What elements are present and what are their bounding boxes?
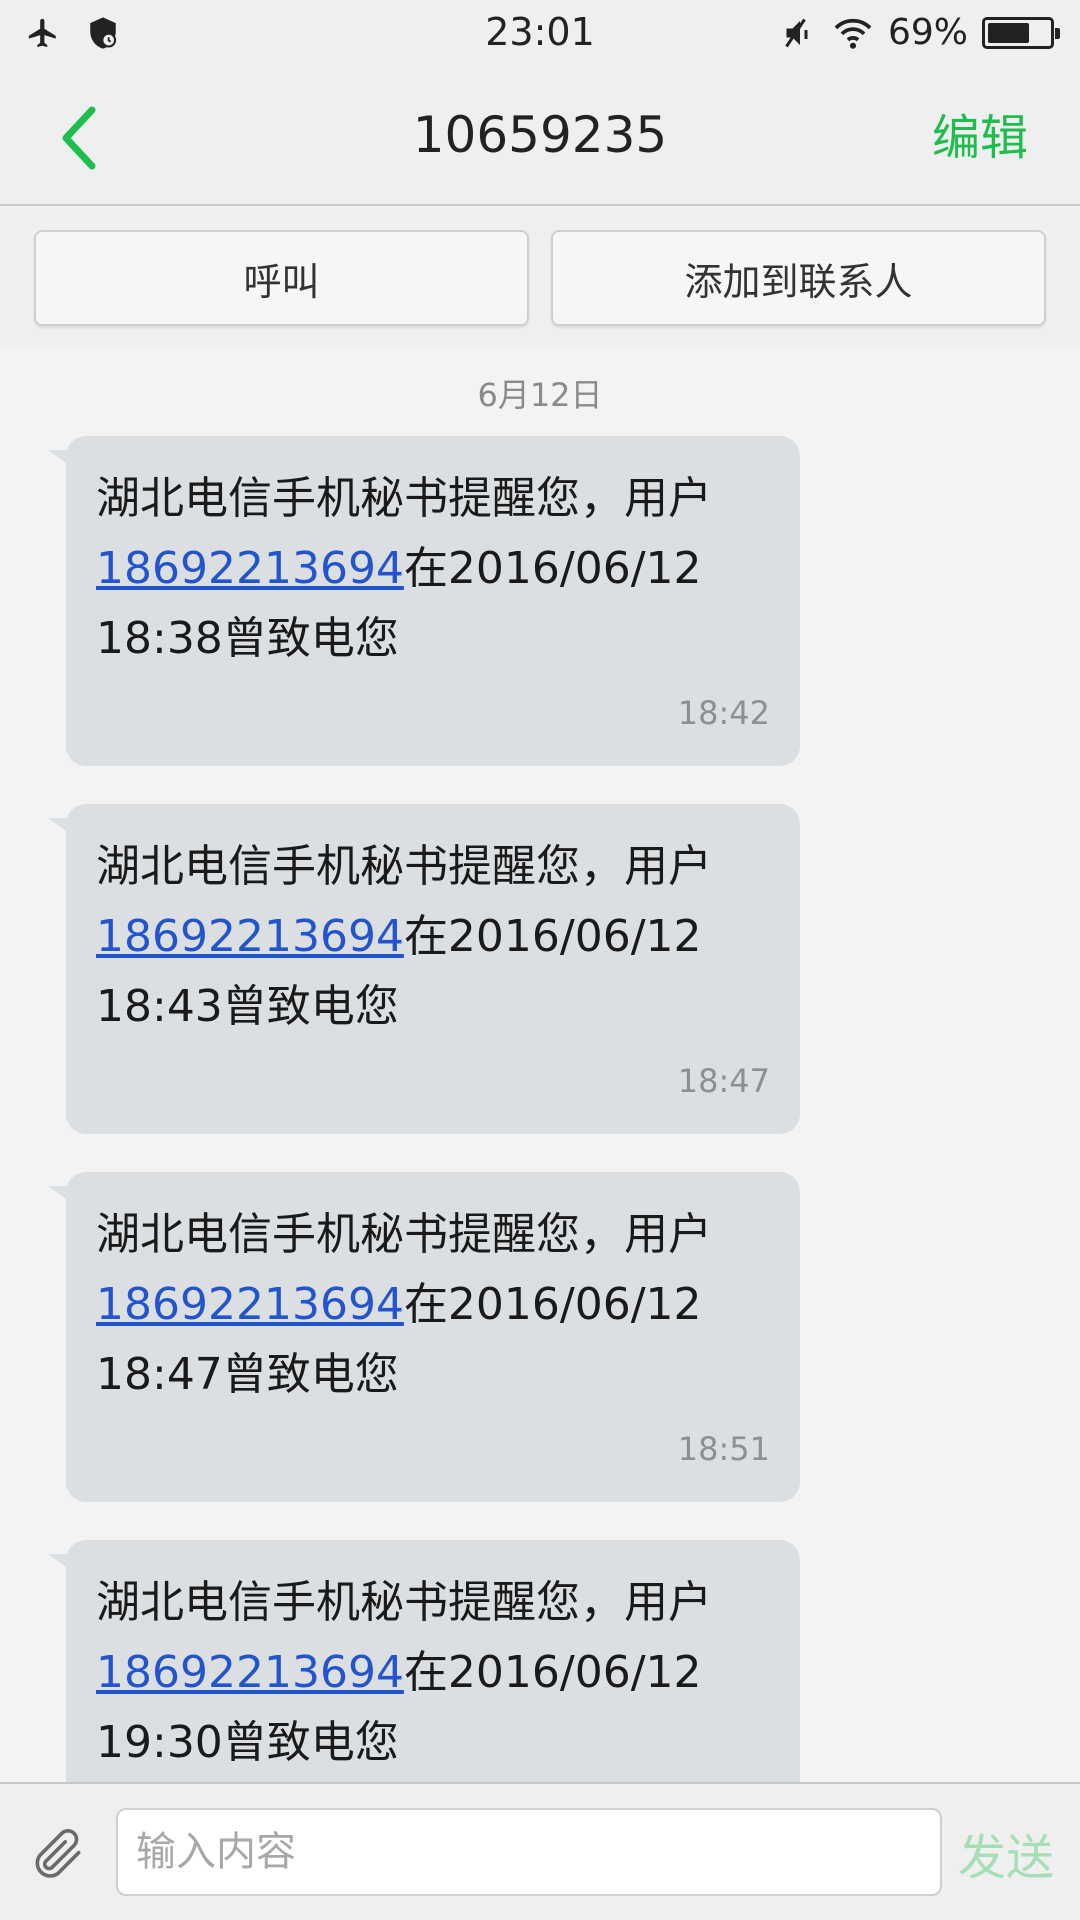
- message-timestamp: 18:47: [677, 1062, 770, 1100]
- edit-button[interactable]: 编辑: [932, 98, 1028, 168]
- mute-icon: [785, 18, 808, 47]
- message-list[interactable]: 6月12日 湖北电信手机秘书提醒您，用户 18692213694在2016/06…: [0, 348, 1080, 1782]
- phone-number-link[interactable]: 18692213694: [96, 911, 404, 962]
- back-button[interactable]: [40, 98, 120, 178]
- message-input[interactable]: [116, 1808, 942, 1896]
- message-line: 18:43曾致电您: [96, 981, 399, 1032]
- compose-bar: 发送: [0, 1782, 1080, 1920]
- status-bar: 23:01 69%: [0, 0, 1080, 68]
- message-bubble[interactable]: 湖北电信手机秘书提醒您，用户 18692213694在2016/06/12 19…: [48, 1540, 800, 1782]
- message-bubble[interactable]: 湖北电信手机秘书提醒您，用户 18692213694在2016/06/12 18…: [48, 436, 800, 766]
- battery-icon: [982, 16, 1060, 49]
- message-text: 湖北电信手机秘书提醒您，用户 18692213694在2016/06/12 18…: [96, 832, 770, 1042]
- status-right-icons: 69%: [782, 12, 1060, 53]
- wifi-icon: [834, 18, 872, 49]
- message-line: 18:47曾致电您: [96, 1349, 399, 1400]
- message-prefix: 湖北电信手机秘书提醒您，用户: [96, 473, 712, 524]
- message-line: 19:30曾致电您: [96, 1717, 399, 1768]
- message-prefix: 湖北电信手机秘书提醒您，用户: [96, 1209, 712, 1260]
- phone-number-link[interactable]: 18692213694: [96, 543, 404, 594]
- message-bubble[interactable]: 湖北电信手机秘书提醒您，用户 18692213694在2016/06/12 18…: [48, 804, 800, 1134]
- call-button[interactable]: 呼叫: [34, 230, 529, 326]
- message-line: 18:38曾致电您: [96, 613, 399, 664]
- message-suffix: 在2016/06/12: [403, 911, 702, 962]
- message-text: 湖北电信手机秘书提醒您，用户 18692213694在2016/06/12 19…: [96, 1568, 770, 1778]
- battery-percent: 69%: [887, 12, 968, 53]
- message-bubble[interactable]: 湖北电信手机秘书提醒您，用户 18692213694在2016/06/12 18…: [48, 1172, 800, 1502]
- message-timestamp: 18:42: [677, 694, 770, 732]
- phone-number-link[interactable]: 18692213694: [96, 1279, 404, 1330]
- date-divider: 6月12日: [477, 376, 603, 414]
- message-text: 湖北电信手机秘书提醒您，用户 18692213694在2016/06/12 18…: [96, 1200, 770, 1410]
- message-suffix: 在2016/06/12: [403, 1279, 702, 1330]
- phone-number-link[interactable]: 18692213694: [96, 1647, 404, 1698]
- attach-button[interactable]: [18, 1814, 98, 1894]
- chevron-left-icon: [62, 106, 96, 170]
- message-prefix: 湖北电信手机秘书提醒您，用户: [96, 1577, 712, 1628]
- message-timestamp: 18:51: [677, 1430, 770, 1468]
- message-prefix: 湖北电信手机秘书提醒您，用户: [96, 841, 712, 892]
- send-button[interactable]: 发送: [958, 1818, 1054, 1888]
- message-text: 湖北电信手机秘书提醒您，用户 18692213694在2016/06/12 18…: [96, 464, 770, 674]
- paperclip-icon: [35, 1829, 81, 1878]
- battery-fill: [988, 22, 1030, 43]
- contact-number-title: 10659235: [412, 106, 668, 164]
- contact-actions: 呼叫 添加到联系人: [0, 206, 1080, 348]
- add-to-contacts-button[interactable]: 添加到联系人: [551, 230, 1046, 326]
- message-suffix: 在2016/06/12: [403, 1647, 702, 1698]
- message-suffix: 在2016/06/12: [403, 543, 702, 594]
- conversation-header: 10659235 编辑: [0, 68, 1080, 206]
